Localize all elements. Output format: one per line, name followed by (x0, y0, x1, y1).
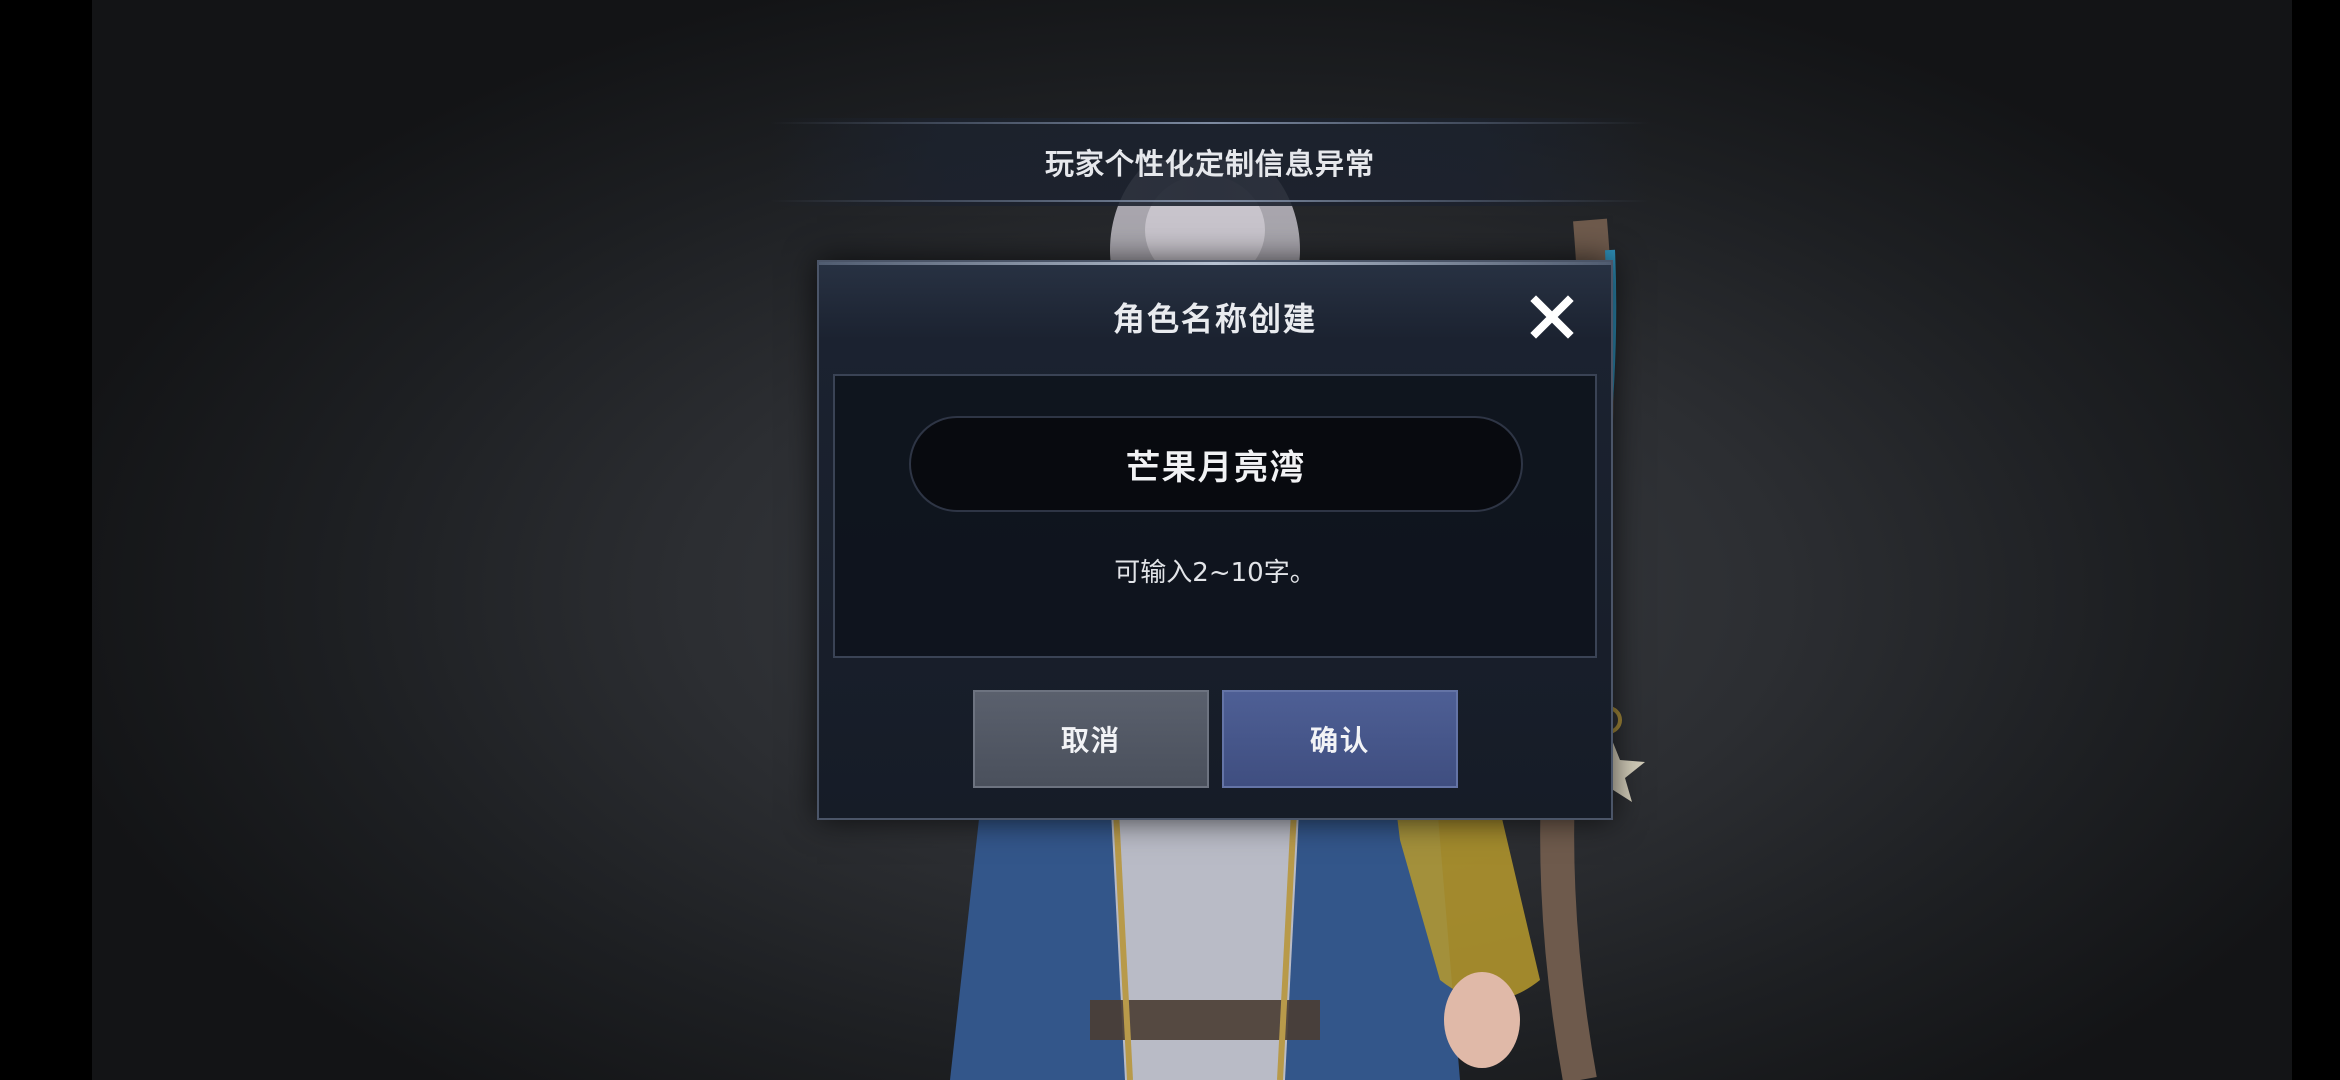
banner-text: 玩家个性化定制信息异常 (1044, 147, 1375, 181)
dialog-title: 角色名称创建 (1112, 300, 1317, 338)
error-banner: 玩家个性化定制信息异常 (770, 118, 1650, 206)
cancel-button[interactable]: 取消 (973, 690, 1209, 788)
create-name-dialog: 角色名称创建 芒果月亮湾 可输入2~10字。 取消 确认 (817, 260, 1613, 820)
length-hint: 可输入2~10字。 (1114, 558, 1316, 588)
character-name-input[interactable]: 芒果月亮湾 (909, 416, 1523, 512)
letterbox-left (0, 0, 92, 1080)
close-button[interactable] (1519, 284, 1585, 350)
name-input-panel: 芒果月亮湾 可输入2~10字。 (833, 374, 1597, 658)
close-icon (1530, 295, 1574, 339)
letterbox-right (2292, 0, 2340, 1080)
confirm-button[interactable]: 确认 (1222, 690, 1458, 788)
game-screen: 玩家个性化定制信息异常 角色名称创建 芒果月亮湾 可输入2~10字。 取消 确认 (0, 0, 2340, 1080)
